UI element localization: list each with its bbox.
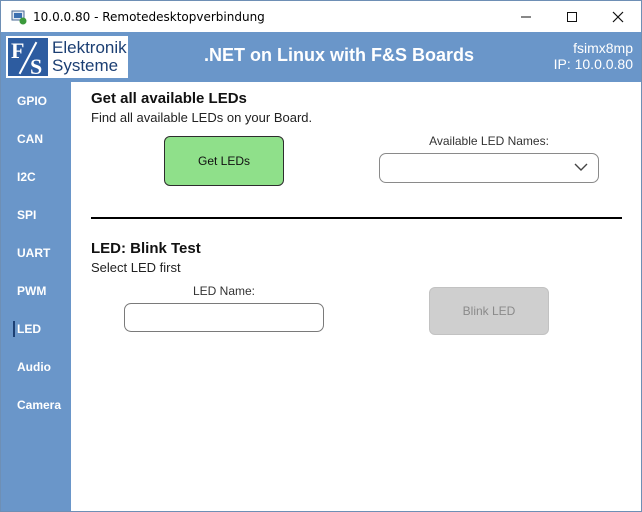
close-button[interactable] (595, 1, 641, 32)
get-leds-button[interactable]: Get LEDs (164, 136, 284, 186)
sidebar-item-spi[interactable]: SPI (1, 202, 71, 228)
window-title: 10.0.0.80 - Remotedesktopverbindung (33, 9, 265, 24)
sidebar-item-led[interactable]: LED (1, 316, 71, 342)
sidebar: GPIO CAN I2C SPI UART PWM LED Audio Came… (1, 82, 71, 511)
sidebar-item-label: UART (17, 246, 51, 260)
sidebar-item-audio[interactable]: Audio (1, 354, 71, 380)
app-title: .NET on Linux with F&S Boards (204, 45, 474, 65)
blink-led-button[interactable]: Blink LED (429, 287, 549, 335)
title-bar[interactable]: 10.0.0.80 - Remotedesktopverbindung (1, 1, 641, 32)
available-led-names-select[interactable] (379, 153, 599, 183)
sidebar-item-label: Camera (17, 398, 62, 412)
led-name-input[interactable] (124, 303, 324, 332)
minimize-icon (521, 16, 531, 17)
close-icon (612, 11, 624, 22)
maximize-button[interactable] (549, 1, 595, 32)
main-content: Get all available LEDs Find all availabl… (71, 82, 641, 511)
fs-logo: F S Elektronik Systeme (6, 36, 128, 79)
sidebar-item-camera[interactable]: Camera (1, 392, 71, 418)
app-header: F S Elektronik Systeme .NET on Linux wit… (1, 32, 641, 82)
window-controls (503, 1, 641, 32)
logo-text: Elektronik Systeme (52, 39, 127, 75)
sidebar-item-label: PWM (17, 284, 47, 298)
logo-line-1: Elektronik (52, 38, 127, 57)
blink-test-title: LED: Blink Test (91, 240, 201, 257)
sidebar-item-pwm[interactable]: PWM (1, 278, 71, 304)
logo-line-2: Systeme (52, 56, 119, 75)
host-ip: IP: 10.0.0.80 (553, 56, 633, 72)
chevron-down-icon (574, 163, 588, 171)
sidebar-item-gpio[interactable]: GPIO (1, 88, 71, 114)
sidebar-item-label: GPIO (17, 94, 48, 108)
minimize-button[interactable] (503, 1, 549, 32)
remote-desktop-window: 10.0.0.80 - Remotedesktopverbindung F S … (0, 0, 642, 512)
section-divider (91, 217, 622, 219)
fs-logo-mark: F S (8, 38, 48, 79)
available-led-names-label: Available LED Names: (429, 134, 549, 148)
active-indicator (13, 321, 15, 337)
sidebar-item-label: I2C (17, 170, 36, 184)
sidebar-item-label: LED (17, 322, 41, 336)
sidebar-item-label: Audio (17, 360, 51, 374)
logo-letter-s: S (30, 54, 43, 79)
host-name: fsimx8mp (573, 40, 633, 56)
logo-letter-f: F (11, 38, 25, 63)
remote-desktop-icon (11, 9, 27, 25)
led-name-label: LED Name: (192, 284, 256, 298)
sidebar-item-label: SPI (17, 208, 37, 222)
maximize-icon (567, 11, 577, 22)
blink-test-subtitle: Select LED first (91, 260, 181, 275)
sidebar-item-i2c[interactable]: I2C (1, 164, 71, 190)
sidebar-item-label: CAN (17, 132, 43, 146)
sidebar-item-can[interactable]: CAN (1, 126, 71, 152)
get-leds-title: Get all available LEDs (91, 90, 247, 107)
host-info: fsimx8mp IP: 10.0.0.80 (554, 40, 633, 72)
get-leds-subtitle: Find all available LEDs on your Board. (91, 110, 313, 125)
sidebar-item-uart[interactable]: UART (1, 240, 71, 266)
